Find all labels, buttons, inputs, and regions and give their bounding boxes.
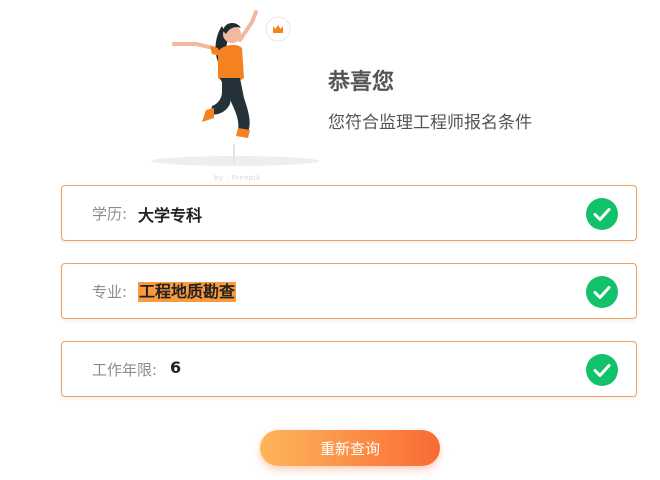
jumping-person-illustration — [140, 4, 340, 184]
check-circle-icon — [586, 276, 618, 308]
page-title: 恭喜您 — [328, 70, 395, 95]
crown-icon — [265, 16, 291, 42]
requery-button[interactable]: 重新查询 — [260, 430, 440, 466]
check-circle-icon — [586, 354, 618, 386]
result-page: by : Freepik 恭喜您 您符合监理工程师报名条件 学历: 大学专科 专… — [0, 0, 660, 480]
page-subtitle: 您符合监理工程师报名条件 — [328, 113, 532, 133]
condition-value-highlighted: 工程地质勘查 — [138, 282, 237, 302]
condition-card-education: 学历: 大学专科 — [61, 185, 637, 241]
condition-card-major: 专业: 工程地质勘查 — [61, 263, 637, 319]
condition-label: 专业: — [92, 283, 128, 301]
condition-value: 大学专科 — [138, 206, 203, 225]
illustration-watermark: by : Freepik — [214, 174, 261, 182]
check-circle-icon — [586, 198, 618, 230]
condition-value: 6 — [170, 358, 182, 377]
condition-label: 工作年限: — [92, 361, 158, 379]
condition-card-work-years: 工作年限: 6 — [61, 341, 637, 397]
condition-label: 学历: — [92, 205, 128, 223]
